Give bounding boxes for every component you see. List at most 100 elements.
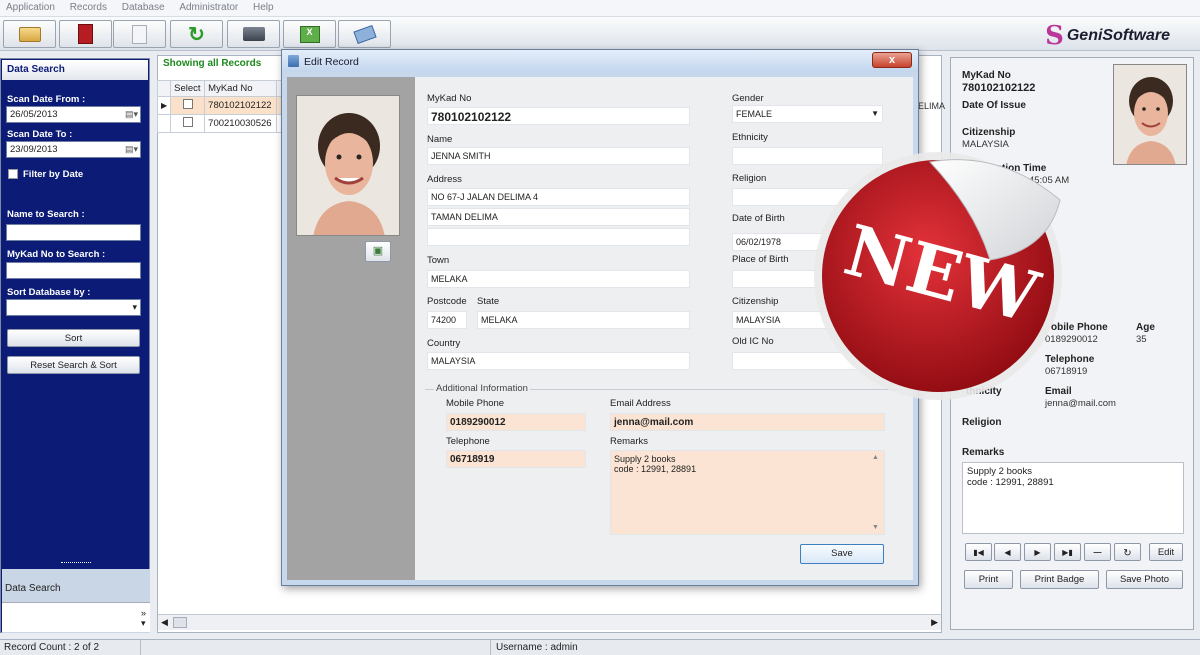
form-address-line3-input[interactable]	[427, 228, 690, 246]
folder-open-icon	[18, 26, 41, 42]
logo-text: GeniSoftware	[1066, 27, 1170, 44]
table-row[interactable]: 700210030526	[156, 114, 287, 133]
detail-remarks-label: Remarks	[962, 447, 1005, 458]
form-gender-select[interactable]: FEMALE ▼	[732, 105, 883, 123]
dock-overflow-icon[interactable]: » ▾	[141, 608, 146, 629]
open-folder-button[interactable]	[3, 20, 56, 48]
chevron-down-icon: ▾	[132, 302, 137, 312]
form-religion-label: Religion	[732, 173, 767, 184]
first-record-button[interactable]: ▮◀	[965, 543, 992, 561]
scroll-left-icon[interactable]: ◀	[161, 617, 168, 628]
person-portrait-icon	[297, 96, 399, 235]
row-header-corner	[156, 80, 172, 97]
table-row[interactable]: ▶ 780102102122	[156, 96, 287, 115]
first-record-icon: ▮◀	[973, 548, 984, 557]
column-header-mykad[interactable]: MyKad No	[204, 80, 278, 97]
grid-overflow-text: ELIMA	[918, 101, 946, 111]
data-search-header: Data Search	[2, 60, 148, 80]
sticker-icon: NEW	[814, 152, 1062, 400]
form-town-label: Town	[427, 255, 450, 266]
remarks-scroll-down-icon[interactable]: ▼	[872, 524, 879, 531]
form-mykad-input[interactable]: 780102102122	[427, 107, 690, 125]
form-mobile-label: Mobile Phone	[446, 398, 505, 409]
form-mobile-input[interactable]: 0189290012	[446, 413, 586, 431]
print-button[interactable]	[227, 20, 280, 48]
menu-help[interactable]: Help	[247, 0, 280, 15]
last-record-button[interactable]: ▶▮	[1054, 543, 1081, 561]
document-icon	[132, 24, 147, 44]
excel-icon: X	[299, 25, 320, 43]
save-button[interactable]: Save	[800, 544, 884, 564]
save-photo-button[interactable]: Save Photo	[1106, 570, 1183, 589]
scan-date-from-input[interactable]: 26/05/2013 ▤▾	[6, 106, 141, 123]
remarks-scroll-up-icon[interactable]: ▲	[872, 454, 879, 461]
form-telephone-input[interactable]: 06718919	[446, 450, 586, 468]
refresh-button[interactable]: ↻	[170, 20, 223, 48]
horizontal-scrollbar[interactable]: ◀ ▶	[158, 614, 941, 630]
new-document-button[interactable]	[113, 20, 166, 48]
mykad-search-input[interactable]	[6, 262, 141, 279]
detail-date-of-issue-label: Date Of Issue	[962, 100, 1026, 111]
form-address-label: Address	[427, 174, 462, 185]
form-name-input[interactable]: JENNA SMITH	[427, 147, 690, 165]
tag-button[interactable]	[338, 20, 391, 48]
scroll-thumb[interactable]	[173, 617, 187, 628]
sort-button[interactable]: Sort	[7, 329, 140, 347]
filter-by-date-label: Filter by Date	[23, 169, 84, 180]
form-state-input[interactable]: MELAKA	[477, 311, 690, 329]
sort-by-select[interactable]: ▾	[6, 299, 141, 316]
data-search-panel: Data Search Scan Date From : 26/05/2013 …	[0, 58, 150, 633]
form-pob-label: Place of Birth	[732, 254, 789, 265]
form-ethnicity-label: Ethnicity	[732, 132, 768, 143]
dialog-close-button[interactable]: x	[872, 52, 912, 68]
print-badge-button[interactable]: Print Badge	[1020, 570, 1099, 589]
scroll-right-icon[interactable]: ▶	[931, 617, 938, 628]
reset-search-sort-button[interactable]: Reset Search & Sort	[7, 356, 140, 374]
additional-info-label: Additional Information	[434, 383, 530, 394]
form-country-label: Country	[427, 338, 461, 349]
refresh-icon: ↻	[1123, 548, 1132, 559]
row-select-checkbox[interactable]	[182, 99, 193, 109]
detail-age-label: Age	[1136, 322, 1155, 333]
previous-icon: ◀	[1004, 548, 1011, 557]
scan-date-to-input[interactable]: 23/09/2013 ▤▾	[6, 141, 141, 158]
form-address-line1-input[interactable]: NO 67-J JALAN DELIMA 4	[427, 188, 690, 206]
reload-record-button[interactable]: ↻	[1114, 543, 1141, 561]
menu-administrator[interactable]: Administrator	[173, 0, 244, 15]
form-address-line2-input[interactable]: TAMAN DELIMA	[427, 208, 690, 226]
calendar-icon[interactable]: ▤▾	[125, 109, 138, 120]
form-postcode-label: Postcode	[427, 296, 467, 307]
next-record-button[interactable]: ▶	[1024, 543, 1051, 561]
form-country-input[interactable]: MALAYSIA	[427, 352, 690, 370]
form-email-input[interactable]: jenna@mail.com	[610, 413, 885, 431]
calendar-icon[interactable]: ▤▾	[125, 144, 138, 155]
refresh-icon: ↻	[188, 23, 205, 46]
records-book-button[interactable]	[59, 20, 112, 48]
row-select-checkbox[interactable]	[182, 117, 193, 127]
menu-records[interactable]: Records	[64, 0, 113, 15]
detail-mykad-value: 780102102122	[962, 82, 1036, 94]
column-header-select[interactable]: Select	[170, 80, 206, 97]
previous-record-button[interactable]: ◀	[994, 543, 1021, 561]
change-photo-button[interactable]: ▣	[365, 241, 391, 262]
name-search-input[interactable]	[6, 224, 141, 241]
form-remarks-textarea[interactable]: Supply 2 books code : 12991, 28891	[610, 450, 885, 535]
menu-application[interactable]: Application	[0, 0, 61, 15]
delete-record-button[interactable]: —	[1084, 543, 1111, 561]
edit-button[interactable]: Edit	[1149, 543, 1183, 561]
scan-date-from-value: 26/05/2013	[10, 109, 58, 120]
toolbar: ↻ X	[0, 17, 1200, 51]
data-search-dock-label[interactable]: Data Search	[5, 583, 61, 594]
dialog-app-icon	[288, 55, 299, 67]
menu-database[interactable]: Database	[116, 0, 171, 15]
form-postcode-input[interactable]: 74200	[427, 311, 467, 329]
filter-by-date-checkbox[interactable]	[8, 169, 18, 179]
splitter-grip[interactable]	[61, 562, 91, 565]
export-excel-button[interactable]: X	[283, 20, 336, 48]
row-select-cell	[170, 114, 206, 133]
row-select-cell	[170, 96, 206, 115]
form-town-input[interactable]: MELAKA	[427, 270, 690, 288]
print-record-button[interactable]: Print	[964, 570, 1013, 589]
scan-date-to-value: 23/09/2013	[10, 144, 58, 155]
new-sticker-badge: NEW	[810, 140, 1072, 402]
